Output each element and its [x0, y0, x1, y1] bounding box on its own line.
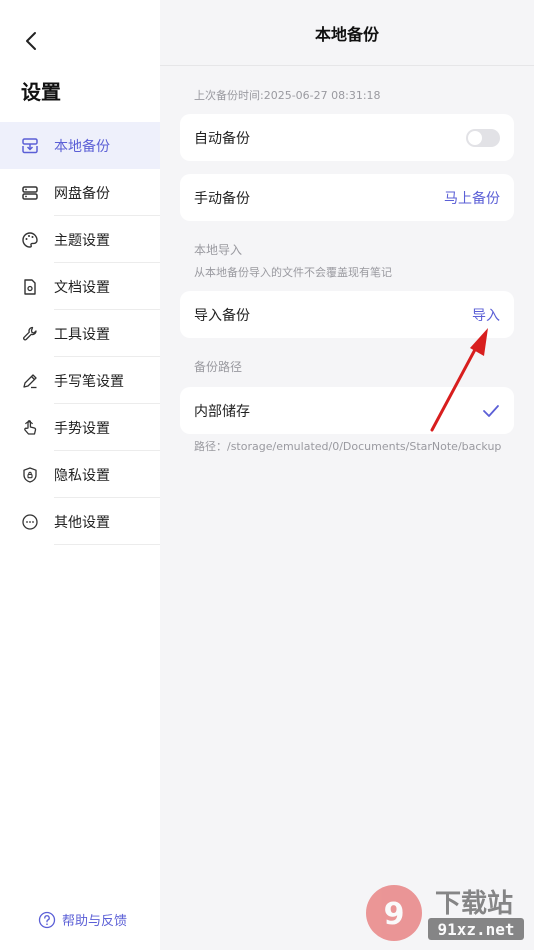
backup-path-text: 路径：/storage/emulated/0/Documents/StarNot… [194, 440, 502, 453]
watermark-brand: 下载站 [435, 889, 513, 919]
sidebar-item-tools[interactable]: 工具设置 [0, 310, 160, 357]
backup-path-section-label: 备份路径 [194, 360, 243, 374]
sidebar-item-cloud-backup[interactable]: 网盘备份 [0, 169, 160, 216]
sidebar-item-local-backup[interactable]: 本地备份 [0, 122, 160, 169]
sidebar-item-document[interactable]: 文档设置 [0, 263, 160, 310]
import-backup-label: 导入备份 [194, 307, 250, 324]
server-icon [21, 184, 39, 202]
back-button[interactable] [18, 28, 44, 54]
sidebar: 设置 本地备份 网盘备份 主题设置 文档设置 工具设置 手写笔设置 手势设置 隐… [0, 0, 160, 950]
sidebar-item-label: 手势设置 [54, 420, 110, 437]
help-label: 帮助与反馈 [62, 914, 128, 929]
sidebar-item-other[interactable]: 其他设置 [0, 498, 160, 545]
watermark-site: 91xz.net [437, 920, 514, 939]
wrench-icon [21, 325, 39, 343]
main-panel: 本地备份 上次备份时间:2025-06-27 08:31:18 自动备份 手动备… [160, 0, 534, 950]
help-feedback-link[interactable]: 帮助与反馈 [38, 910, 127, 929]
document-gear-icon [21, 278, 39, 296]
sidebar-item-gesture[interactable]: 手势设置 [0, 404, 160, 451]
sidebar-item-label: 隐私设置 [54, 467, 110, 484]
more-circle-icon [21, 513, 39, 531]
auto-backup-label: 自动备份 [194, 130, 250, 147]
last-backup-time: 上次备份时间:2025-06-27 08:31:18 [194, 89, 381, 102]
manual-backup-label: 手动备份 [194, 190, 250, 207]
palette-icon [21, 231, 39, 249]
sidebar-item-label: 主题设置 [54, 232, 110, 249]
sidebar-item-label: 手写笔设置 [54, 373, 124, 390]
sidebar-item-label: 网盘备份 [54, 185, 110, 202]
backup-now-button[interactable]: 马上备份 [444, 188, 500, 208]
watermark-logo: 9 下载站 91xz.net [358, 880, 530, 946]
chevron-left-icon [26, 32, 36, 50]
annotation-arrow [430, 328, 488, 432]
settings-title: 设置 [21, 80, 61, 104]
help-circle-icon [38, 911, 56, 928]
sidebar-item-label: 文档设置 [54, 279, 110, 296]
page-title: 本地备份 [314, 24, 379, 44]
shield-lock-icon [21, 466, 39, 484]
sidebar-item-label: 本地备份 [54, 138, 110, 155]
toggle-knob [468, 130, 482, 145]
settings-menu: 本地备份 网盘备份 主题设置 文档设置 工具设置 手写笔设置 手势设置 隐私设置… [0, 122, 160, 545]
auto-backup-row: 自动备份 [180, 114, 514, 161]
sidebar-item-theme[interactable]: 主题设置 [0, 216, 160, 263]
sidebar-item-label: 其他设置 [54, 514, 110, 531]
sidebar-item-stylus[interactable]: 手写笔设置 [0, 357, 160, 404]
pen-icon [21, 372, 39, 390]
manual-backup-row: 手动备份 马上备份 [180, 174, 514, 221]
sidebar-item-label: 工具设置 [54, 326, 110, 343]
internal-storage-label: 内部储存 [194, 403, 250, 420]
backup-download-icon [21, 137, 39, 155]
local-import-section-label: 本地导入 [194, 243, 243, 257]
hand-pointer-icon [21, 419, 39, 437]
auto-backup-toggle[interactable] [466, 128, 500, 147]
svg-text:9: 9 [384, 897, 405, 932]
page-header: 本地备份 [160, 0, 534, 66]
sidebar-item-privacy[interactable]: 隐私设置 [0, 451, 160, 498]
import-hint: 从本地备份导入的文件不会覆盖现有笔记 [194, 266, 392, 279]
